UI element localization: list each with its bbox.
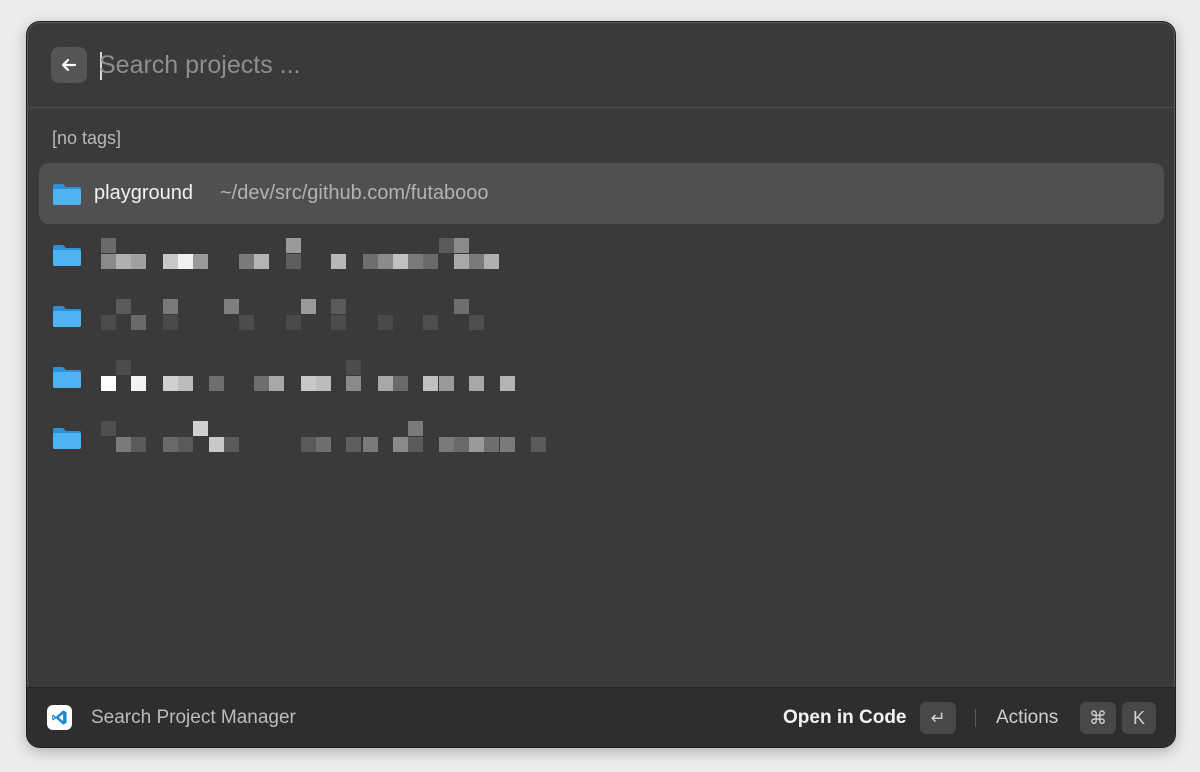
enter-key-hint: ↵	[920, 702, 956, 734]
redacted-text	[101, 360, 541, 392]
item-title: playground	[94, 182, 193, 204]
list-item[interactable]	[39, 224, 1164, 285]
redacted-text	[101, 238, 521, 270]
project-list: playground ~/dev/src/github.com/futabooo	[39, 163, 1164, 468]
search-bar	[27, 22, 1175, 108]
list-item[interactable]	[39, 407, 1164, 468]
search-input[interactable]	[99, 44, 999, 86]
command-key-hint: ⌘	[1080, 702, 1116, 734]
folder-icon	[53, 306, 81, 327]
folder-icon	[53, 428, 81, 449]
section-label: [no tags]	[52, 128, 122, 148]
back-button[interactable]	[51, 47, 87, 83]
extension-title: Search Project Manager	[91, 707, 296, 728]
item-subtitle: ~/dev/src/github.com/futabooo	[220, 182, 489, 204]
list-item[interactable]	[39, 346, 1164, 407]
folder-icon	[53, 184, 81, 205]
vscode-icon	[47, 705, 72, 730]
list-item[interactable]	[39, 285, 1164, 346]
raycast-window: [no tags] playground ~/dev/src/github.co…	[26, 21, 1176, 748]
redacted-text	[101, 299, 521, 331]
actions-button[interactable]: Actions	[996, 707, 1058, 729]
redacted-text	[101, 421, 561, 453]
list-item[interactable]: playground ~/dev/src/github.com/futabooo	[39, 163, 1164, 224]
divider	[975, 709, 976, 727]
action-bar: Search Project Manager Open in Code ↵ Ac…	[27, 687, 1175, 747]
arrow-left-icon	[61, 58, 77, 72]
folder-icon	[53, 245, 81, 266]
folder-icon	[53, 367, 81, 388]
open-in-code-button[interactable]: Open in Code	[783, 707, 907, 729]
k-key-hint: K	[1122, 702, 1156, 734]
